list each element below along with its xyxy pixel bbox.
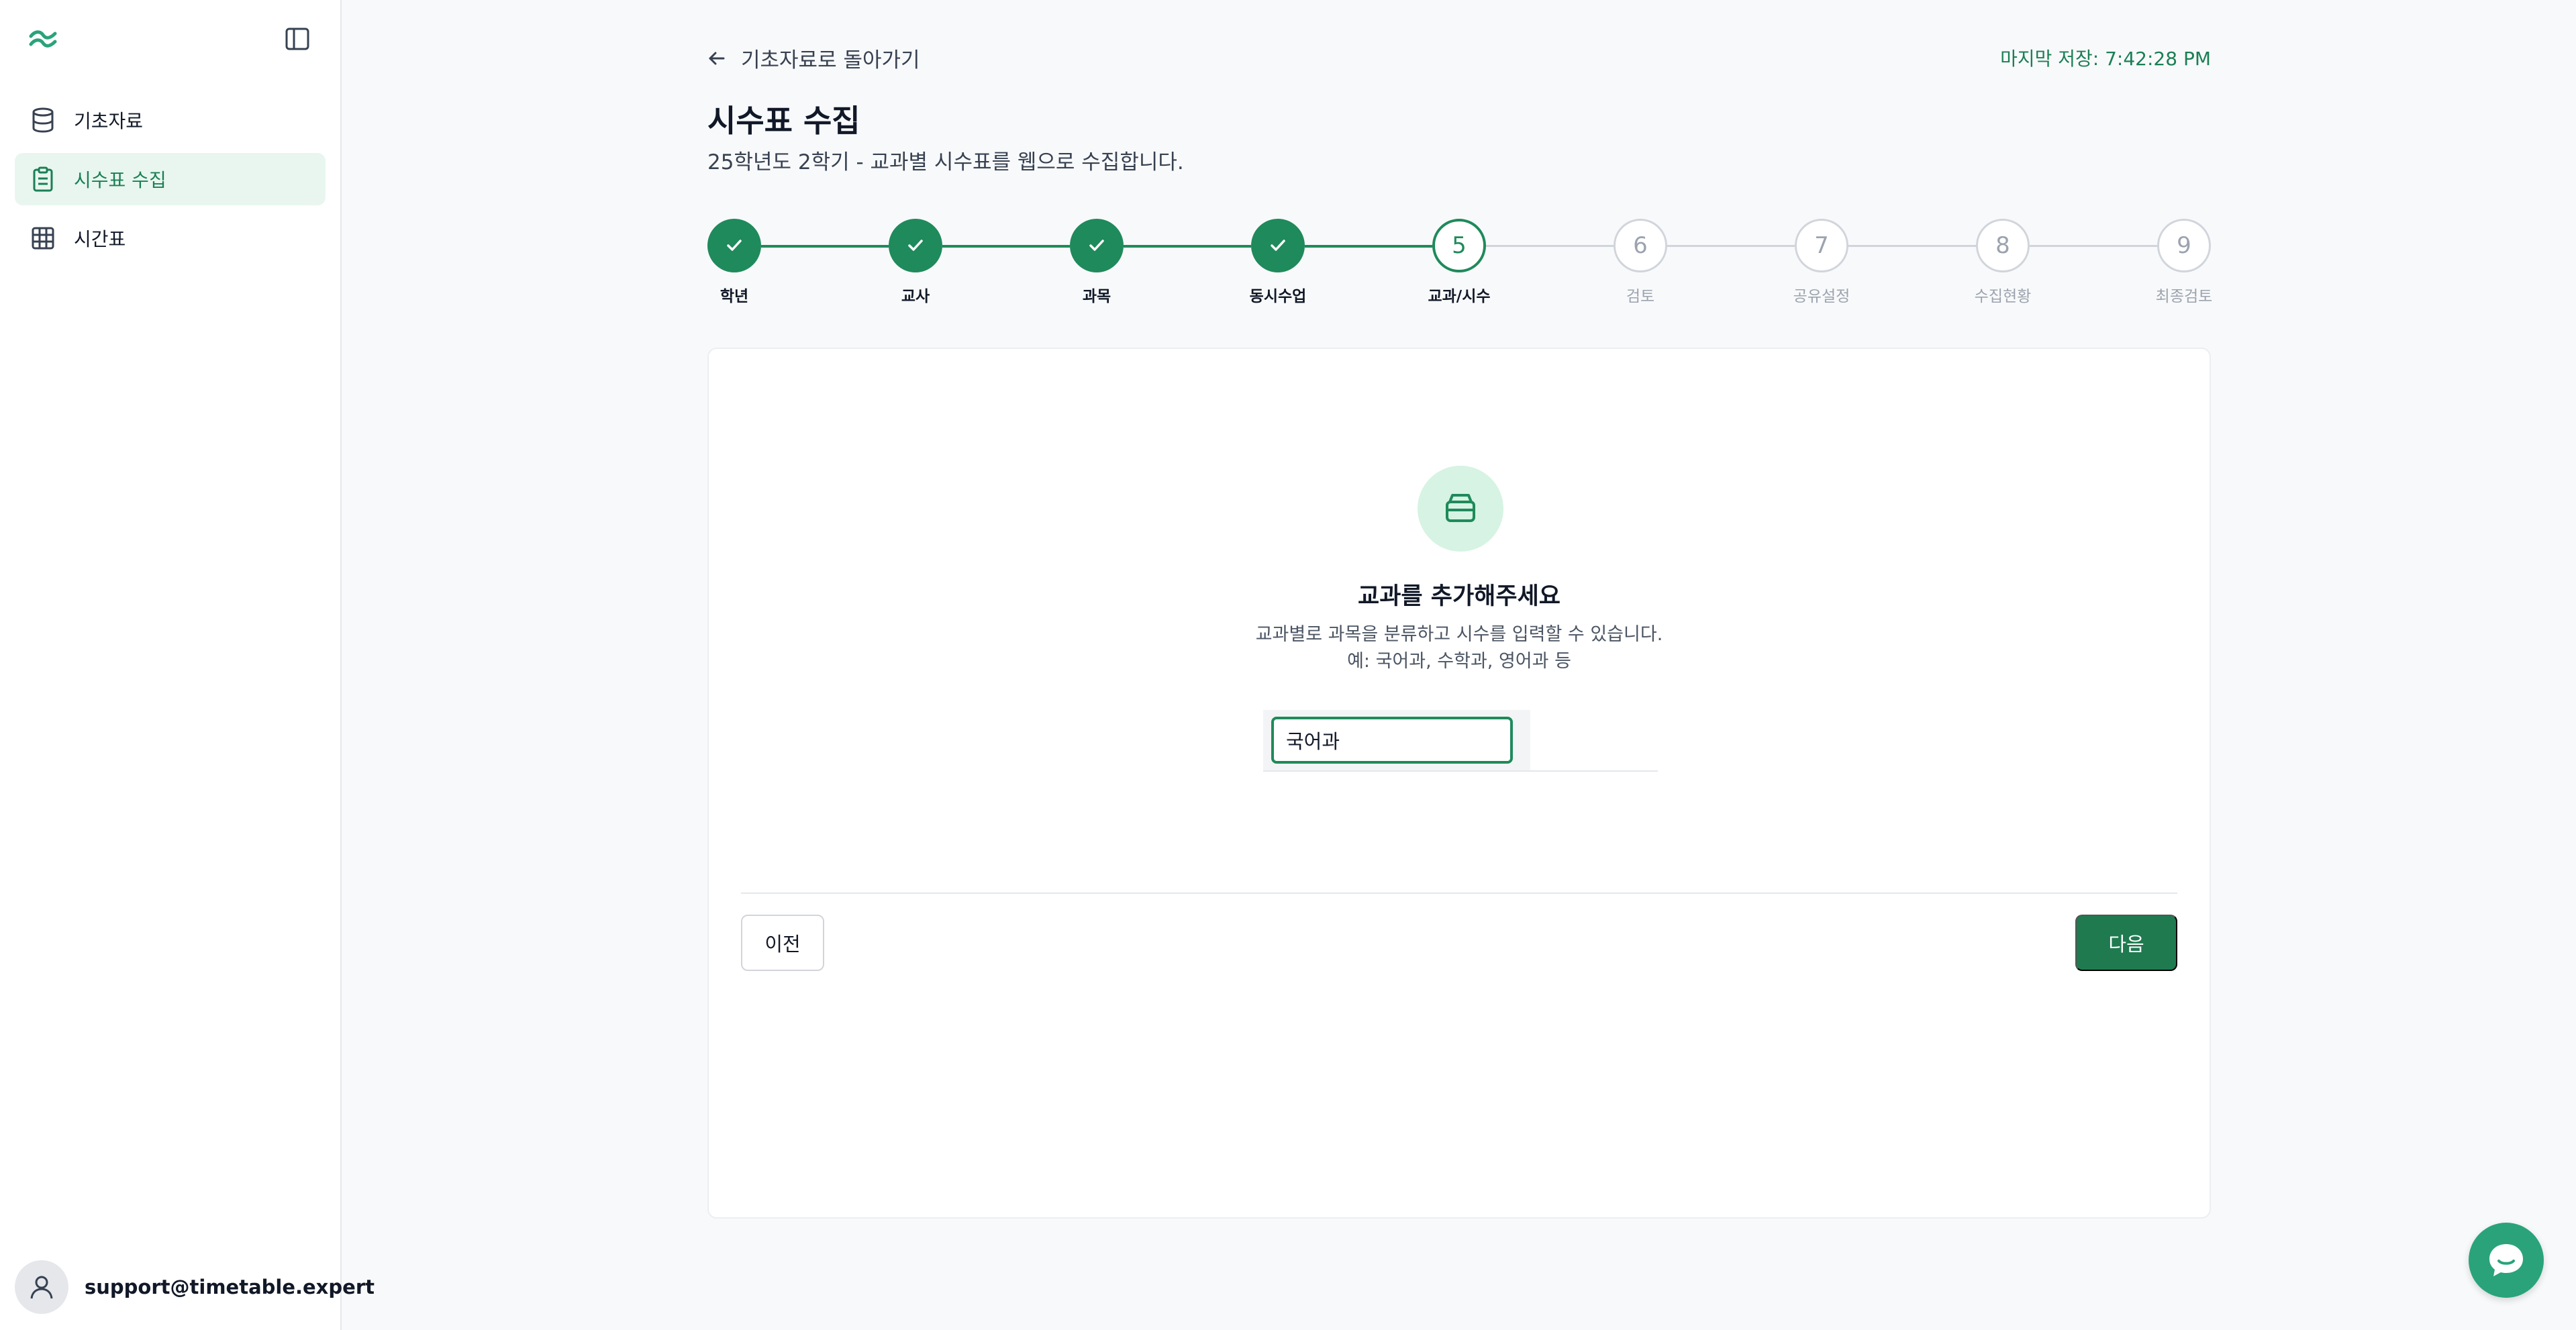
user-menu[interactable]: support@timetable.expert xyxy=(15,1260,375,1314)
stepper-step-label: 동시수업 xyxy=(1249,288,1307,305)
page-subtitle: 25학년도 2학기 - 교과별 시수표를 웹으로 수집합니다. xyxy=(707,150,1184,174)
stepper-step[interactable]: 8 수집현황 xyxy=(1975,219,2031,305)
stepper-step-label: 최종검토 xyxy=(2155,288,2213,305)
stepper-connector xyxy=(1305,245,1432,248)
stepper-step[interactable]: 교사 xyxy=(889,219,942,305)
stepper-connector xyxy=(761,245,889,248)
grid-icon xyxy=(30,225,56,252)
sidebar-item-timetable[interactable]: 시간표 xyxy=(15,212,326,264)
stepper-connector xyxy=(1848,245,1976,247)
prev-button[interactable]: 이전 xyxy=(741,915,824,971)
stepper-step-label: 공유설정 xyxy=(1793,288,1850,305)
back-link-label: 기초자료로 돌아가기 xyxy=(741,48,920,72)
stepper-connector xyxy=(1486,245,1614,247)
stepper-step[interactable]: 9 최종검토 xyxy=(2156,219,2212,305)
stepper-step-label: 검토 xyxy=(1626,288,1655,305)
empty-state-desc-line: 예: 국어과, 수학과, 영어과 등 xyxy=(1347,651,1571,672)
next-button[interactable]: 다음 xyxy=(2075,915,2177,971)
stepper-connector xyxy=(2030,245,2157,247)
user-email: support@timetable.expert xyxy=(85,1276,375,1298)
stepper-step[interactable]: 동시수업 xyxy=(1250,219,1306,305)
step-number: 6 xyxy=(1614,219,1667,272)
step-number: 9 xyxy=(2157,219,2211,272)
stepper-step-label: 학년 xyxy=(720,288,749,305)
app-logo-icon[interactable] xyxy=(27,25,59,52)
subject-group-input[interactable] xyxy=(1271,717,1513,764)
sidebar-item-label: 기초자료 xyxy=(74,110,144,132)
sidebar-item-hours-collection[interactable]: 시수표 수집 xyxy=(15,153,326,205)
avatar xyxy=(15,1260,68,1314)
subject-group-row xyxy=(1263,710,1658,772)
stepper-connector xyxy=(942,245,1070,248)
clipboard-icon xyxy=(30,166,56,193)
step-number: 5 xyxy=(1432,219,1486,272)
content-card: 교과를 추가해주세요 교과별로 과목을 분류하고 시수를 입력할 수 있습니다.… xyxy=(707,348,2211,1219)
stepper-step[interactable]: 과목 xyxy=(1070,219,1124,305)
stepper-step-label: 교사 xyxy=(901,288,930,305)
chat-icon xyxy=(2489,1244,2523,1276)
arrow-left-icon xyxy=(707,48,729,69)
box-icon xyxy=(1418,466,1503,552)
stepper-step[interactable]: 7 공유설정 xyxy=(1793,219,1850,305)
empty-state-description: 교과별로 과목을 분류하고 시수를 입력할 수 있습니다. 예: 국어과, 수학… xyxy=(709,621,2210,675)
check-icon xyxy=(1070,219,1124,272)
last-saved-status: 마지막 저장: 7:42:28 PM xyxy=(2000,48,2211,70)
stepper-step-label: 수집현황 xyxy=(1974,288,2032,305)
check-icon xyxy=(889,219,942,272)
stepper-step[interactable]: 6 검토 xyxy=(1614,219,1667,305)
sidebar-nav: 기초자료 시수표 수집 시간표 xyxy=(15,94,326,271)
stepper-step-label: 과목 xyxy=(1082,288,1111,305)
stepper-step[interactable]: 5 교과/시수 xyxy=(1428,219,1491,305)
subject-group-cell xyxy=(1263,710,1530,770)
back-link[interactable]: 기초자료로 돌아가기 xyxy=(707,43,920,73)
sidebar-item-label: 시수표 수집 xyxy=(74,169,166,191)
sidebar-toggle-icon[interactable] xyxy=(283,25,311,52)
stepper-step-label: 교과/시수 xyxy=(1428,288,1491,305)
progress-stepper: 학년 교사 과목 동시수업 5 교과/시수 6 검토 7 공유설정 8 수집현황 9 최종검토 xyxy=(707,219,2212,306)
stepper-step[interactable]: 학년 xyxy=(707,219,761,305)
page-title: 시수표 수집 xyxy=(707,103,860,139)
divider xyxy=(741,892,2177,894)
check-icon xyxy=(707,219,761,272)
check-icon xyxy=(1251,219,1305,272)
step-number: 7 xyxy=(1795,219,1848,272)
sidebar: 기초자료 시수표 수집 시간표 support@timetable.expert xyxy=(0,0,375,1330)
empty-state-title: 교과를 추가해주세요 xyxy=(1358,583,1561,610)
stepper-connector xyxy=(1124,245,1251,248)
user-icon xyxy=(30,1276,53,1299)
empty-state-desc-line: 교과별로 과목을 분류하고 시수를 입력할 수 있습니다. xyxy=(1255,624,1663,645)
database-icon xyxy=(30,107,56,134)
step-number: 8 xyxy=(1976,219,2030,272)
sidebar-item-label: 시간표 xyxy=(74,228,126,250)
sidebar-item-basic-data[interactable]: 기초자료 xyxy=(15,94,326,146)
chat-support-button[interactable] xyxy=(2469,1223,2544,1298)
stepper-connector xyxy=(1667,245,1795,247)
